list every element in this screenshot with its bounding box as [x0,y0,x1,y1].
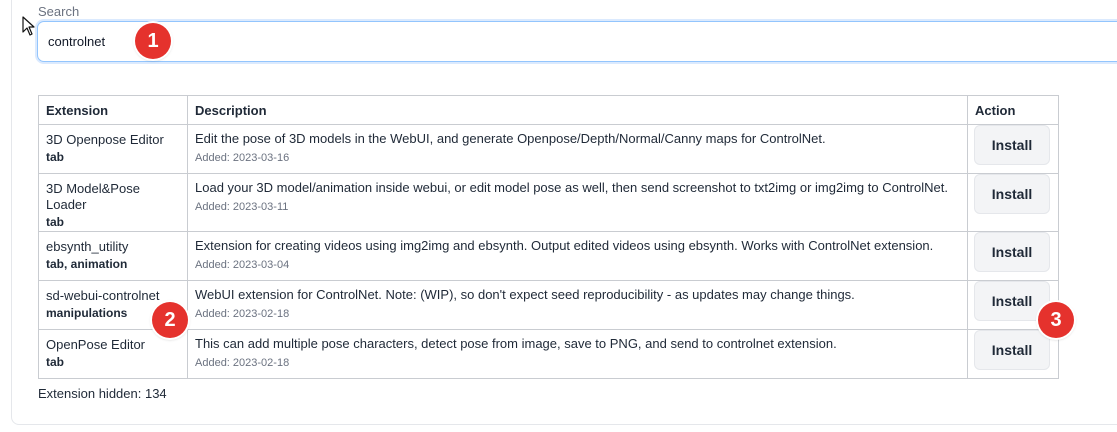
description-cell: This can add multiple pose characters, d… [187,329,968,379]
extension-description: This can add multiple pose characters, d… [195,336,837,351]
extension-name: sd-webui-controlnet [46,288,160,303]
table-row: ebsynth_utility tab, animation Extension… [38,231,1059,281]
extension-cell: 3D Openpose Editor tab [38,124,188,174]
extension-tags: tab [46,215,64,229]
table-row: OpenPose Editor tab This can add multipl… [38,329,1059,379]
extension-name: 3D Openpose Editor [46,132,164,147]
extension-description: Load your 3D model/animation inside webu… [195,180,948,195]
description-cell: Extension for creating videos using img2… [187,231,968,281]
extension-added-date: Added: 2023-03-04 [195,259,290,271]
description-cell: WebUI extension for ControlNet. Note: (W… [187,280,968,330]
action-cell: Install [967,231,1059,281]
extension-description: WebUI extension for ControlNet. Note: (W… [195,287,855,302]
table-row: 3D Model&Pose Loader tab Load your 3D mo… [38,173,1059,232]
annotation-badge-1: 1 [135,23,171,59]
column-header-action: Action [967,95,1059,125]
extension-tags: tab [46,355,64,369]
search-label: Search [38,4,80,19]
extensions-table: Extension Description Action 3D Openpose… [38,95,1059,379]
install-button[interactable]: Install [974,125,1050,165]
annotation-badge-2: 2 [152,302,188,338]
extension-name: 3D Model&Pose Loader [46,181,140,212]
extension-tags: tab [46,150,64,164]
mouse-cursor-icon [22,16,35,36]
extension-description: Edit the pose of 3D models in the WebUI,… [195,131,826,146]
column-header-description: Description [187,95,968,125]
extension-name: OpenPose Editor [46,337,146,352]
install-button[interactable]: Install [974,232,1050,272]
action-cell: Install [967,124,1059,174]
install-button[interactable]: Install [974,174,1050,214]
search-input[interactable] [37,21,1117,62]
hidden-extensions-count: Extension hidden: 134 [38,386,167,401]
description-cell: Edit the pose of 3D models in the WebUI,… [187,124,968,174]
extension-added-date: Added: 2023-02-18 [195,308,290,320]
table-row: sd-webui-controlnet manipulations WebUI … [38,280,1059,330]
extension-name: ebsynth_utility [46,239,129,254]
extension-added-date: Added: 2023-03-16 [195,152,290,164]
extension-added-date: Added: 2023-03-11 [195,201,289,213]
extension-cell: 3D Model&Pose Loader tab [38,173,188,232]
extension-cell: ebsynth_utility tab, animation [38,231,188,281]
extension-tags: tab, animation [46,257,128,271]
install-button[interactable]: Install [974,330,1050,370]
action-cell: Install [967,329,1059,379]
annotation-badge-3: 3 [1038,302,1074,338]
description-cell: Load your 3D model/animation inside webu… [187,173,968,232]
extension-description: Extension for creating videos using img2… [195,238,934,253]
table-header-row: Extension Description Action [38,95,1059,125]
extension-added-date: Added: 2023-02-18 [195,357,290,369]
table-row: 3D Openpose Editor tab Edit the pose of … [38,124,1059,174]
action-cell: Install [967,173,1059,232]
column-header-extension: Extension [38,95,188,125]
